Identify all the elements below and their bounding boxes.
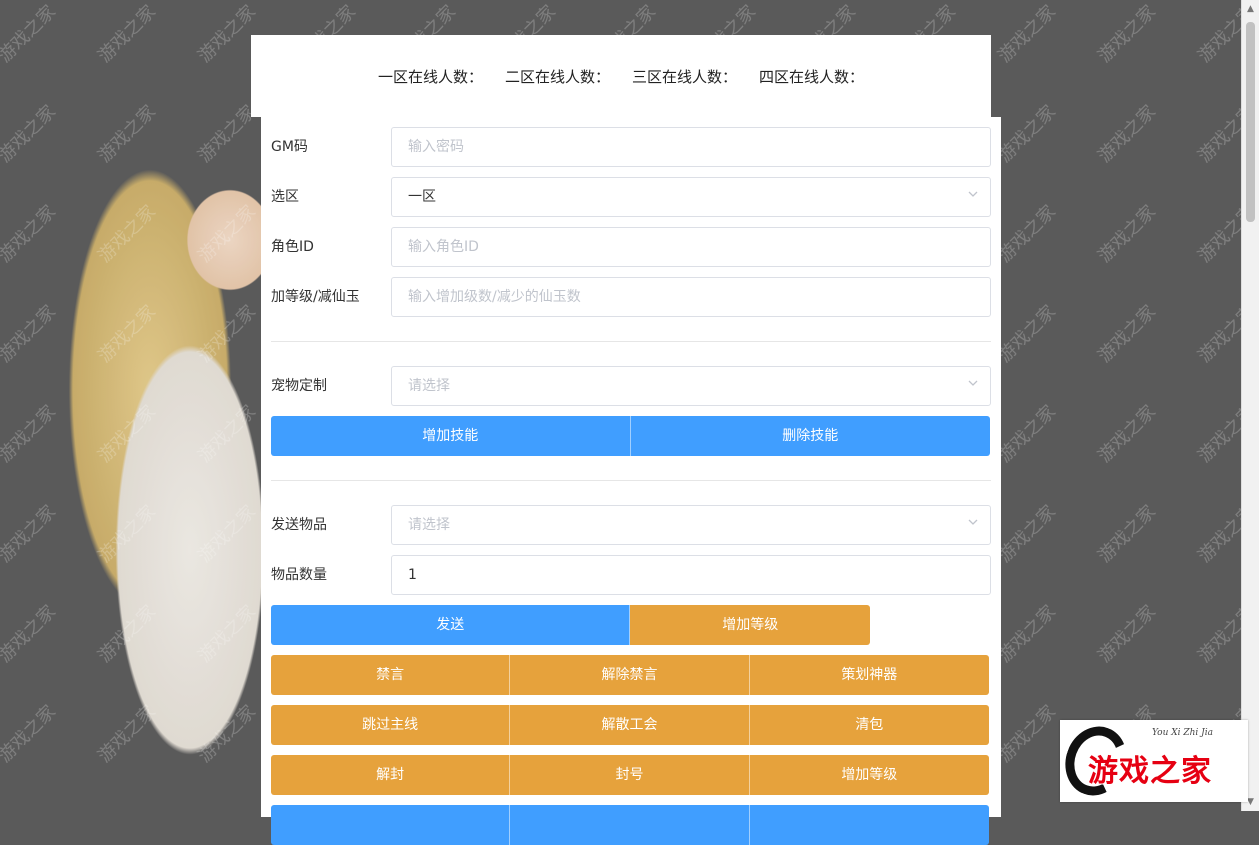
item-qty-input[interactable]: 1: [391, 555, 991, 595]
unmute-button[interactable]: 解除禁言: [510, 655, 750, 695]
send-item-placeholder: 请选择: [408, 517, 450, 533]
pet-select[interactable]: 请选择: [391, 366, 991, 406]
watermark-text: 游戏之家: [994, 201, 1060, 267]
partial-button[interactable]: [271, 805, 511, 845]
level-input[interactable]: 输入增加级数/减少的仙玉数: [391, 277, 991, 317]
send-item-label: 发送物品: [271, 517, 327, 533]
watermark-text: 游戏之家: [994, 501, 1060, 567]
zone4-online-count: 四区在线人数：: [759, 67, 865, 86]
item-qty-row: 物品数量 1: [271, 555, 991, 595]
mute-button[interactable]: 禁言: [271, 655, 511, 695]
send-button[interactable]: 发送: [271, 605, 631, 645]
role-id-label: 角色ID: [271, 239, 314, 255]
zone-row: 选区 一区: [271, 177, 991, 217]
watermark-text: 游戏之家: [1094, 401, 1160, 467]
item-qty-value: 1: [408, 567, 417, 583]
watermark-text: 游戏之家: [994, 1, 1060, 67]
gm-code-placeholder: 输入密码: [408, 139, 464, 155]
role-id-row: 角色ID 输入角色ID: [271, 227, 991, 267]
zone-selected-value: 一区: [408, 189, 436, 205]
watermark-text: 游戏之家: [994, 101, 1060, 167]
page-scrollbar[interactable]: ▲ ▼: [1241, 0, 1259, 811]
zone2-online-count: 二区在线人数：: [504, 67, 610, 86]
watermark-text: 游戏之家: [994, 401, 1060, 467]
level-row: 加等级/减仙玉 输入增加级数/减少的仙玉数: [271, 277, 991, 317]
scrollbar-thumb[interactable]: [1246, 22, 1255, 222]
gm-form: GM码 输入密码 选区 一区 角色ID 输入角色ID 加等级/减仙玉 输入增加级…: [261, 117, 1001, 845]
watermark-text: 游戏之家: [1094, 201, 1160, 267]
ban-button-group: 解封 封号 增加等级: [271, 755, 989, 795]
watermark-text: 游戏之家: [1094, 101, 1160, 167]
section-divider: [271, 480, 991, 481]
add-skill-button[interactable]: 增加技能: [271, 416, 631, 456]
zone3-online-count: 三区在线人数：: [632, 67, 738, 86]
watermark-text: 游戏之家: [1094, 501, 1160, 567]
level-label: 加等级/减仙玉: [271, 289, 360, 305]
unban-button[interactable]: 解封: [271, 755, 511, 795]
logo-pinyin: You Xi Zhi Jia: [1152, 728, 1214, 738]
role-id-input[interactable]: 输入角色ID: [391, 227, 991, 267]
watermark-text: 游戏之家: [994, 701, 1060, 767]
scroll-up-arrow-icon[interactable]: ▲: [1242, 2, 1259, 16]
section-divider: [271, 341, 991, 342]
watermark-text: 游戏之家: [1094, 1, 1160, 67]
chevron-down-icon: [968, 191, 978, 197]
plan-artifact-button[interactable]: 策划神器: [749, 655, 989, 695]
zone-label: 选区: [271, 189, 299, 205]
skill-button-group: 增加技能 删除技能: [271, 416, 990, 456]
mute-button-group: 禁言 解除禁言 策划神器: [271, 655, 989, 695]
ban-button[interactable]: 封号: [510, 755, 750, 795]
partial-button[interactable]: [749, 805, 989, 845]
online-count-bar: 一区在线人数： 二区在线人数： 三区在线人数： 四区在线人数：: [251, 35, 991, 117]
guild-button-group: 跳过主线 解散工会 清包: [271, 705, 989, 745]
level-placeholder: 输入增加级数/减少的仙玉数: [408, 289, 581, 305]
send-item-row: 发送物品 请选择: [271, 505, 991, 545]
zone1-online-count: 一区在线人数：: [377, 67, 483, 86]
chevron-down-icon: [968, 380, 978, 386]
item-qty-label: 物品数量: [271, 567, 327, 583]
chevron-down-icon: [968, 519, 978, 525]
gm-code-label: GM码: [271, 139, 308, 155]
add-level-button[interactable]: 增加等级: [630, 605, 870, 645]
gm-code-input[interactable]: 输入密码: [391, 127, 991, 167]
pet-placeholder: 请选择: [408, 378, 450, 394]
pet-label: 宠物定制: [271, 378, 327, 394]
watermark-text: 游戏之家: [1094, 601, 1160, 667]
zone-select[interactable]: 一区: [391, 177, 991, 217]
send-button-group: 发送 增加等级: [271, 605, 870, 645]
delete-skill-button[interactable]: 删除技能: [630, 416, 990, 456]
watermark-text: 游戏之家: [994, 601, 1060, 667]
add-level-button-2[interactable]: 增加等级: [749, 755, 989, 795]
pet-row: 宠物定制 请选择: [271, 366, 991, 406]
watermark-text: 游戏之家: [0, 1, 60, 67]
watermark-text: 游戏之家: [94, 1, 160, 67]
watermark-text: 游戏之家: [1094, 301, 1160, 367]
logo-text: 游戏之家: [1088, 754, 1212, 789]
dissolve-guild-button[interactable]: 解散工会: [510, 705, 750, 745]
background-character-art: [40, 70, 270, 830]
skip-main-quest-button[interactable]: 跳过主线: [271, 705, 511, 745]
partial-button[interactable]: [510, 805, 750, 845]
watermark-text: 游戏之家: [994, 301, 1060, 367]
role-id-placeholder: 输入角色ID: [408, 239, 479, 255]
gm-code-row: GM码 输入密码: [271, 127, 991, 167]
site-logo: You Xi Zhi Jia 游戏之家: [1055, 717, 1248, 805]
send-item-select[interactable]: 请选择: [391, 505, 991, 545]
clear-bag-button[interactable]: 清包: [749, 705, 989, 745]
next-button-group: [271, 805, 989, 845]
